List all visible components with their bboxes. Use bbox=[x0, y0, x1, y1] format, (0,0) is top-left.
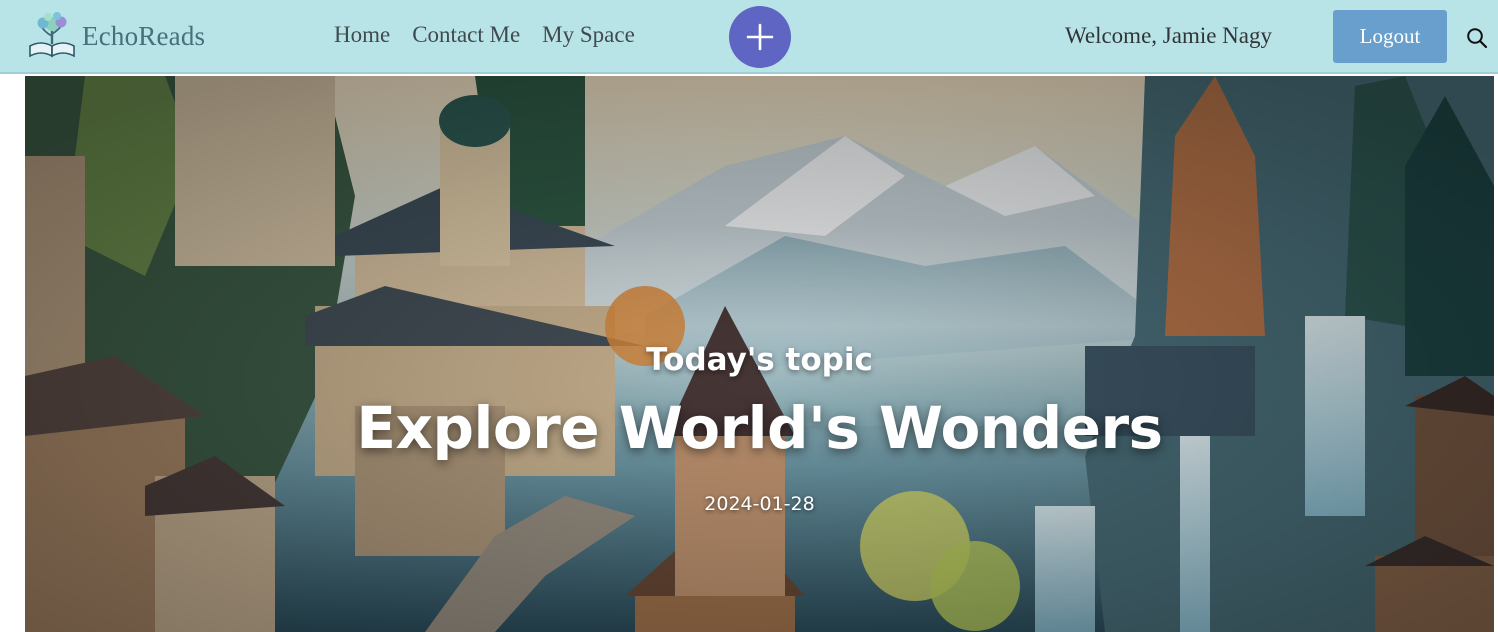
user-name: Jamie Nagy bbox=[1162, 23, 1272, 48]
hero-kicker: Today's topic bbox=[646, 342, 873, 378]
hero-banner[interactable]: Today's topic Explore World's Wonders 20… bbox=[25, 76, 1494, 632]
search-icon[interactable] bbox=[1466, 27, 1488, 49]
open-book-tree-logo bbox=[29, 12, 75, 58]
top-navbar: EchoReads Home Contact Me My Space Welco… bbox=[0, 0, 1498, 74]
add-post-button[interactable] bbox=[729, 6, 791, 68]
brand-name: EchoReads bbox=[82, 20, 206, 51]
nav-link-home[interactable]: Home bbox=[334, 22, 390, 48]
hero-text: Today's topic Explore World's Wonders 20… bbox=[25, 76, 1494, 632]
nav-link-contact-me[interactable]: Contact Me bbox=[412, 22, 520, 48]
logout-button[interactable]: Logout bbox=[1333, 10, 1447, 63]
brand[interactable]: EchoReads bbox=[26, 12, 205, 60]
plus-icon bbox=[746, 23, 774, 51]
hero-title[interactable]: Explore World's Wonders bbox=[25, 394, 1494, 462]
main-nav: Home Contact Me My Space bbox=[334, 22, 635, 48]
hero-date: 2024-01-28 bbox=[704, 493, 815, 515]
welcome-message: Welcome, Jamie Nagy bbox=[1065, 23, 1272, 49]
welcome-prefix: Welcome, bbox=[1065, 23, 1163, 48]
nav-link-my-space[interactable]: My Space bbox=[542, 22, 635, 48]
